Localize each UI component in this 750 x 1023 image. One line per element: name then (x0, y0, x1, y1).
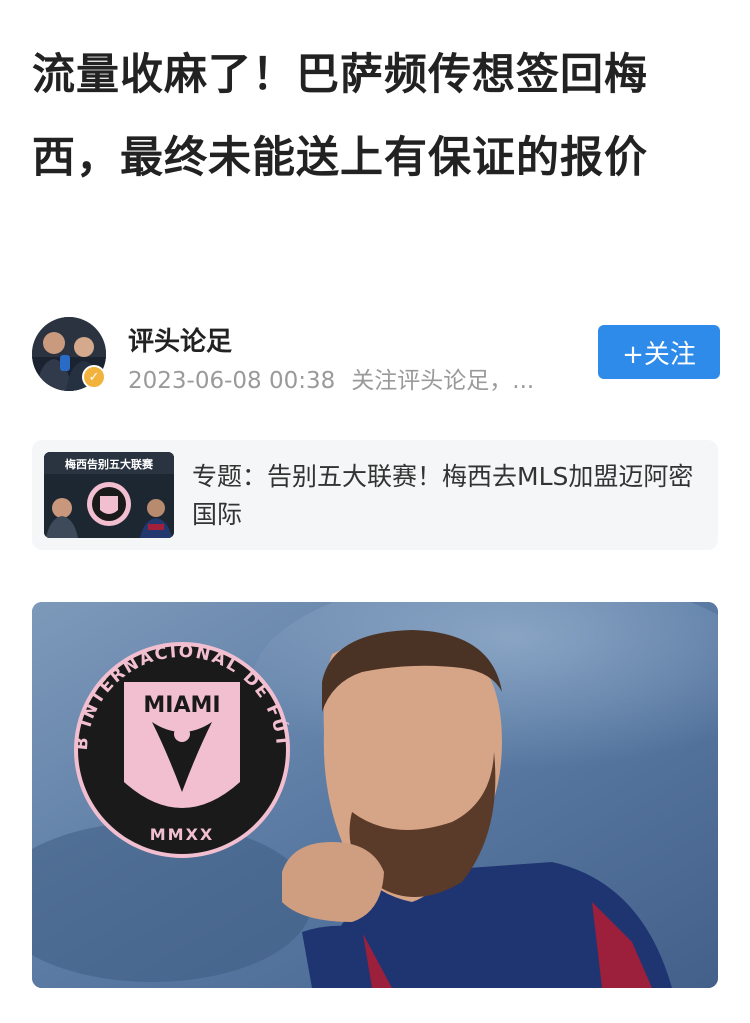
publish-date: 2023-06-08 00:38 (128, 368, 336, 394)
topic-text[interactable]: 专题：告别五大联赛！梅西去MLS加盟迈阿密国际 (192, 458, 702, 534)
verified-badge-icon: ✓ (82, 365, 106, 389)
badge-year: MMXX (150, 825, 215, 844)
author-meta: 2023-06-08 00:38 关注评头论足，... (128, 361, 534, 395)
author-row: ✓ 评头论足 2023-06-08 00:38 关注评头论足，... +关注 (32, 315, 720, 395)
topic-thumbnail: 梅西告别五大联赛 (44, 452, 174, 538)
author-name[interactable]: 评头论足 (128, 321, 232, 358)
article-title: 流量收麻了！巴萨频传想签回梅西，最终未能送上有保证的报价 (32, 50, 648, 183)
hero-image[interactable]: CLUB INTERNACIONAL DE FÚTBOL MIAMI MMXX (32, 602, 718, 988)
author-meta-text: 关注评头论足，... (351, 368, 535, 394)
topic-card[interactable]: 梅西告别五大联赛 专题：告别五大联赛！梅西去MLS加盟迈阿密国际 (32, 440, 718, 550)
follow-button[interactable]: +关注 (598, 325, 720, 379)
badge-name: MIAMI (143, 693, 220, 718)
topic-thumb-banner: 梅西告别五大联赛 (65, 457, 154, 471)
